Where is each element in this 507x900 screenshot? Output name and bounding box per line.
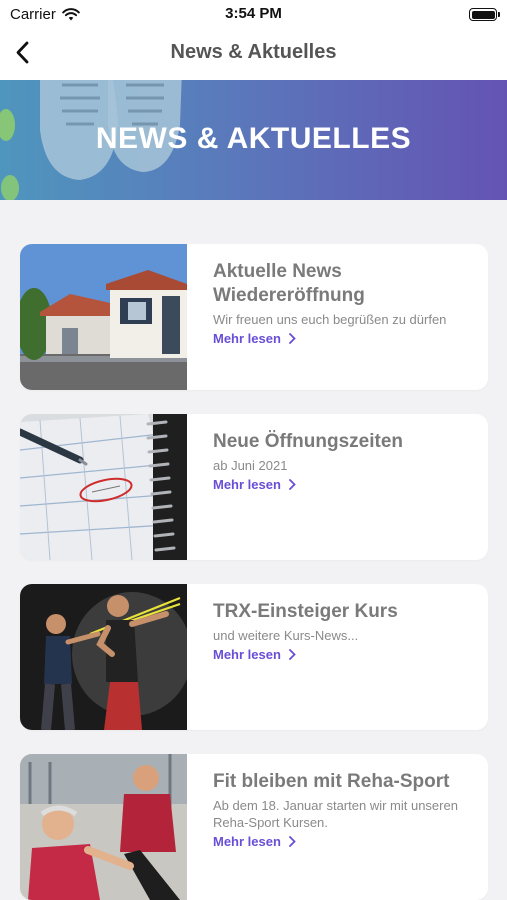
card-subtitle: ab Juni 2021 bbox=[213, 458, 288, 473]
read-more-label: Mehr lesen bbox=[213, 477, 281, 492]
chevron-right-icon bbox=[289, 649, 296, 660]
hero-banner: NEWS & AKTUELLES bbox=[0, 80, 507, 200]
status-time: 3:54 PM bbox=[225, 5, 282, 22]
card-body: Fit bleiben mit Reha-Sport Ab dem 18. Ja… bbox=[213, 770, 475, 851]
news-card-reha-sport[interactable]: Fit bleiben mit Reha-Sport Ab dem 18. Ja… bbox=[20, 754, 488, 900]
chevron-left-icon bbox=[16, 41, 29, 64]
card-title: Fit bleiben mit Reha-Sport bbox=[213, 771, 450, 792]
card-subtitle: Ab dem 18. Januar starten wir mit unsere… bbox=[213, 798, 458, 830]
read-more-label: Mehr lesen bbox=[213, 834, 281, 849]
navigation-bar: News & Aktuelles bbox=[0, 30, 507, 80]
card-subtitle: und weitere Kurs-News... bbox=[213, 628, 359, 643]
read-more-link[interactable]: Mehr lesen bbox=[213, 331, 296, 346]
card-body: TRX-Einsteiger Kurs und weitere Kurs-New… bbox=[213, 600, 475, 664]
read-more-link[interactable]: Mehr lesen bbox=[213, 647, 296, 662]
chevron-right-icon bbox=[289, 333, 296, 344]
news-list: Aktuelle News Wiedereröffnung Wir freuen… bbox=[0, 200, 507, 900]
page-title: News & Aktuelles bbox=[170, 41, 337, 63]
studio-building-image bbox=[20, 244, 187, 390]
hero-title: NEWS & AKTUELLES bbox=[95, 122, 412, 155]
read-more-link[interactable]: Mehr lesen bbox=[213, 477, 296, 492]
card-title: TRX-Einsteiger Kurs bbox=[213, 601, 398, 622]
card-subtitle: Wir freuen uns euch begrüßen zu dürfen bbox=[213, 312, 447, 327]
trx-training-image bbox=[20, 584, 187, 730]
status-bar: Carrier 3:54 PM bbox=[0, 0, 507, 30]
battery-icon bbox=[469, 8, 500, 21]
read-more-link[interactable]: Mehr lesen bbox=[213, 834, 296, 849]
chevron-right-icon bbox=[289, 836, 296, 847]
reha-sport-image bbox=[20, 754, 187, 900]
read-more-label: Mehr lesen bbox=[213, 331, 281, 346]
card-body: Aktuelle News Wiedereröffnung Wir freuen… bbox=[213, 260, 475, 348]
card-body: Neue Öffnungszeiten ab Juni 2021 Mehr le… bbox=[213, 430, 475, 494]
calendar-notebook-image bbox=[20, 414, 187, 560]
card-title: Neue Öffnungszeiten bbox=[213, 431, 404, 452]
news-card-reopening[interactable]: Aktuelle News Wiedereröffnung Wir freuen… bbox=[20, 244, 488, 390]
news-card-trx-course[interactable]: TRX-Einsteiger Kurs und weitere Kurs-New… bbox=[20, 584, 488, 730]
card-title: Aktuelle News Wiedereröffnung bbox=[213, 261, 365, 306]
read-more-label: Mehr lesen bbox=[213, 647, 281, 662]
news-card-opening-hours[interactable]: Neue Öffnungszeiten ab Juni 2021 Mehr le… bbox=[20, 414, 488, 560]
chevron-right-icon bbox=[289, 479, 296, 490]
back-button[interactable] bbox=[8, 36, 44, 72]
